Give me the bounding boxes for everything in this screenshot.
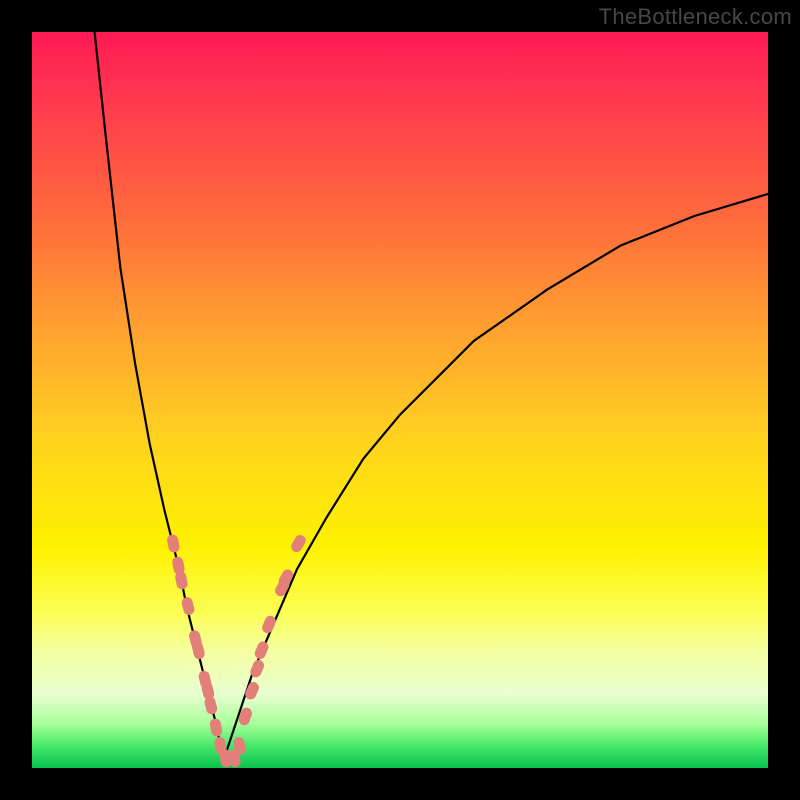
data-marker — [209, 718, 223, 738]
curve-bottleneck-right — [223, 194, 768, 761]
chart-svg — [32, 32, 768, 768]
chart-frame: TheBottleneck.com — [0, 0, 800, 800]
data-marker — [253, 640, 270, 661]
marker-group — [166, 533, 308, 768]
data-marker — [289, 533, 307, 554]
data-marker — [166, 534, 180, 554]
watermark-text: TheBottleneck.com — [599, 4, 792, 30]
plot-area — [32, 32, 768, 768]
data-marker — [181, 596, 196, 616]
data-marker — [260, 614, 277, 635]
